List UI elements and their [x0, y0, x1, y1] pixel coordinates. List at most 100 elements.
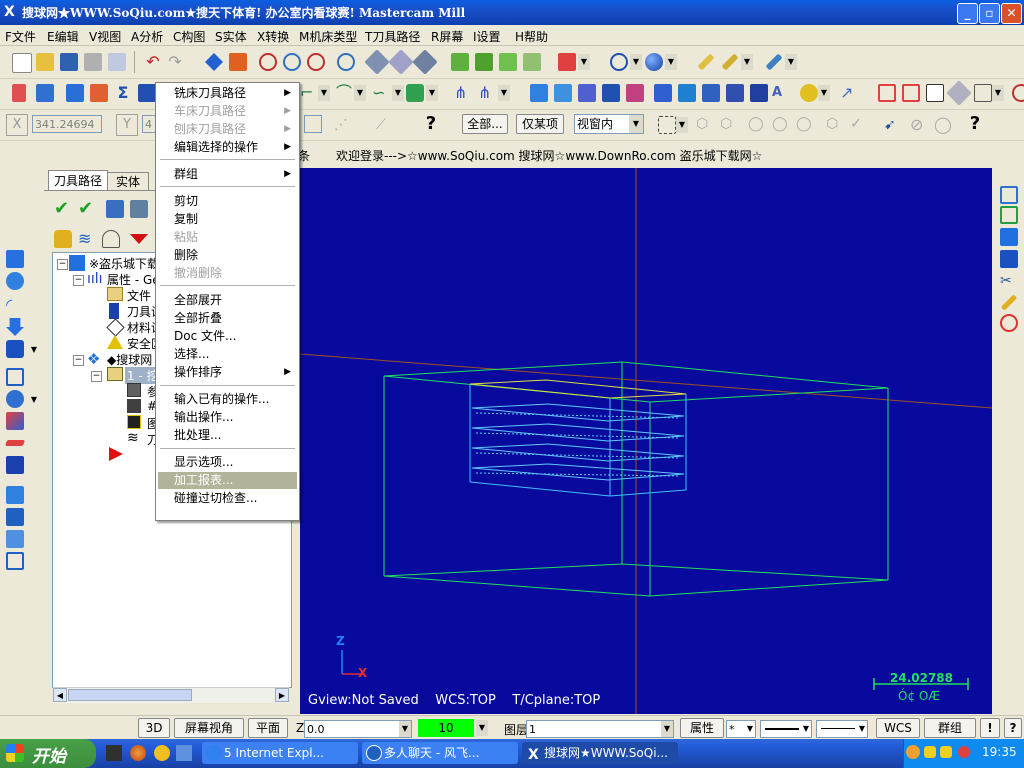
transform-icon[interactable] — [626, 84, 644, 102]
menu-item-router-toolpaths[interactable]: 刨床刀具路径 ▶ — [158, 121, 297, 138]
redo-icon[interactable]: ↷ — [166, 53, 184, 71]
menu-item-delete[interactable]: 删除 — [158, 247, 297, 264]
menu-file[interactable]: F文件 — [5, 28, 36, 45]
menu-item-doc-file[interactable]: Doc 文件... — [158, 328, 297, 345]
clear-select-icon[interactable]: ⊘ — [910, 116, 928, 134]
close-button[interactable]: ✕ — [1001, 3, 1022, 24]
point-icon[interactable] — [1000, 314, 1018, 332]
color-swatch[interactable]: 10 — [418, 719, 474, 737]
solid-list-icon[interactable] — [36, 84, 54, 102]
measure-icon[interactable] — [388, 49, 414, 75]
highlighter-icon[interactable] — [1000, 294, 1018, 311]
view-iso-icon[interactable] — [523, 53, 541, 71]
menu-settings[interactable]: I设置 — [473, 28, 501, 45]
box-dropdown[interactable]: ▼ — [992, 85, 1004, 101]
z-depth-input[interactable]: 0.0 ▼ — [304, 720, 412, 738]
regen-ops-icon[interactable]: ✔ — [78, 200, 96, 218]
x-coordinate-input[interactable]: 341.24694 — [32, 115, 102, 133]
insert-position-arrow-icon[interactable] — [109, 447, 123, 461]
mirror-icon[interactable] — [654, 84, 672, 102]
line-icon[interactable]: ⌐ — [300, 84, 318, 102]
line-style-select[interactable]: ▼ — [760, 720, 812, 738]
tree-item-files[interactable]: 文件 — [127, 287, 151, 304]
verify-icon[interactable] — [130, 200, 148, 218]
menu-item-mill-toolpaths[interactable]: 铣床刀具路径 ▶ — [158, 85, 297, 102]
maximize-button[interactable]: ▫ — [979, 3, 1000, 24]
fillet-icon[interactable] — [90, 84, 108, 102]
point-style-select[interactable]: * ▼ — [726, 720, 756, 738]
menu-item-copy[interactable]: 复制 — [158, 211, 297, 228]
table-icon[interactable] — [6, 552, 24, 570]
tree-item-toolpath-group[interactable]: ◆搜球网 — [107, 351, 152, 368]
menu-xform[interactable]: X转换 — [257, 28, 289, 45]
toggle-display-icon[interactable]: ≋ — [78, 230, 96, 248]
clock[interactable]: 19:35 — [982, 745, 1017, 759]
plane-button[interactable]: 平面 — [248, 718, 288, 738]
polygon-select-icon[interactable]: ⬡ — [720, 116, 738, 134]
level-label[interactable]: 图层 — [504, 721, 528, 738]
level-manager-icon[interactable] — [1000, 228, 1018, 246]
tree-collapse-icon[interactable]: − — [91, 371, 102, 382]
arc-create-icon[interactable]: ◜ — [6, 296, 24, 314]
rotate-view-icon[interactable] — [6, 272, 24, 290]
backplot-icon[interactable] — [106, 200, 124, 218]
tray-arrow-icon[interactable] — [906, 745, 920, 759]
menu-item-cut[interactable]: 剪切 — [158, 193, 297, 210]
area-select-icon[interactable]: ◯ — [772, 116, 790, 134]
pocket-icon[interactable] — [530, 84, 548, 102]
qq-icon[interactable] — [154, 745, 170, 761]
post-icon[interactable] — [102, 230, 120, 248]
scroll-right-icon[interactable]: ▶ — [275, 688, 289, 702]
delete-entities-icon[interactable] — [412, 49, 438, 75]
autocursor-dropdown[interactable] — [304, 115, 322, 133]
sphere-dropdown[interactable]: ▼ — [28, 392, 40, 408]
hatch-icon[interactable] — [902, 84, 920, 102]
frame-icon[interactable] — [6, 368, 24, 386]
menu-screen[interactable]: R屏幕 — [431, 28, 463, 45]
view-front-icon[interactable] — [475, 53, 493, 71]
shield-icon[interactable] — [958, 746, 970, 758]
cylinder-icon[interactable] — [406, 84, 424, 102]
dimension-icon[interactable]: ↗ — [840, 84, 858, 102]
grid-icon[interactable] — [878, 84, 896, 102]
select-arrow-icon[interactable]: ➹ — [884, 116, 902, 134]
selection-help-icon[interactable]: ? — [966, 115, 984, 133]
open-file-icon[interactable] — [36, 53, 54, 71]
unselect-icon[interactable]: ◯ — [934, 116, 952, 134]
menu-item-display-options[interactable]: 显示选项... — [158, 454, 297, 471]
print-preview-icon[interactable] — [108, 53, 126, 71]
shell-icon[interactable] — [6, 508, 24, 526]
print-icon[interactable] — [84, 53, 102, 71]
y-coordinate-input[interactable]: 4 — [142, 115, 156, 133]
help-icon[interactable]: ? — [422, 115, 440, 133]
desktop-icon[interactable] — [176, 745, 192, 761]
tree-collapse-icon[interactable]: − — [73, 275, 84, 286]
chain-select-icon[interactable]: ◯ — [796, 116, 814, 134]
tree-collapse-icon[interactable]: − — [73, 355, 84, 366]
sum-icon[interactable]: Σ — [114, 84, 132, 102]
block-icon[interactable] — [6, 456, 24, 474]
pencil-icon[interactable] — [697, 53, 715, 71]
face-icon[interactable] — [554, 84, 572, 102]
insert-arrow-icon[interactable] — [130, 234, 148, 244]
fast-point-icon[interactable]: ⟋ — [376, 116, 394, 134]
menu-item-export-ops[interactable]: 输出操作... — [158, 409, 297, 426]
view-side-icon[interactable] — [499, 53, 517, 71]
light-icon[interactable] — [800, 84, 818, 102]
menu-item-groups[interactable]: 群组 ▶ — [158, 166, 297, 183]
analyze-entity-icon[interactable] — [12, 84, 26, 102]
solid-box-icon[interactable] — [6, 340, 24, 358]
zoom-window-icon[interactable] — [259, 53, 277, 71]
y-label[interactable]: Y — [116, 114, 138, 136]
zoom-out-icon[interactable] — [307, 53, 325, 71]
x-label[interactable]: X — [6, 114, 28, 136]
contour-icon[interactable]: ⋔ — [478, 84, 496, 102]
select-all-button[interactable]: 全部... — [462, 114, 508, 134]
menu-item-collapse-all[interactable]: 全部折叠 — [158, 310, 297, 327]
verify-select-icon[interactable]: ✓ — [850, 116, 868, 134]
start-button[interactable]: 开始 — [0, 739, 96, 768]
menu-item-expand-all[interactable]: 全部展开 — [158, 292, 297, 309]
menu-solids[interactable]: S实体 — [215, 28, 247, 45]
tree-item-properties[interactable]: 属性 - Ge — [107, 271, 160, 288]
media-icon[interactable] — [106, 745, 122, 761]
